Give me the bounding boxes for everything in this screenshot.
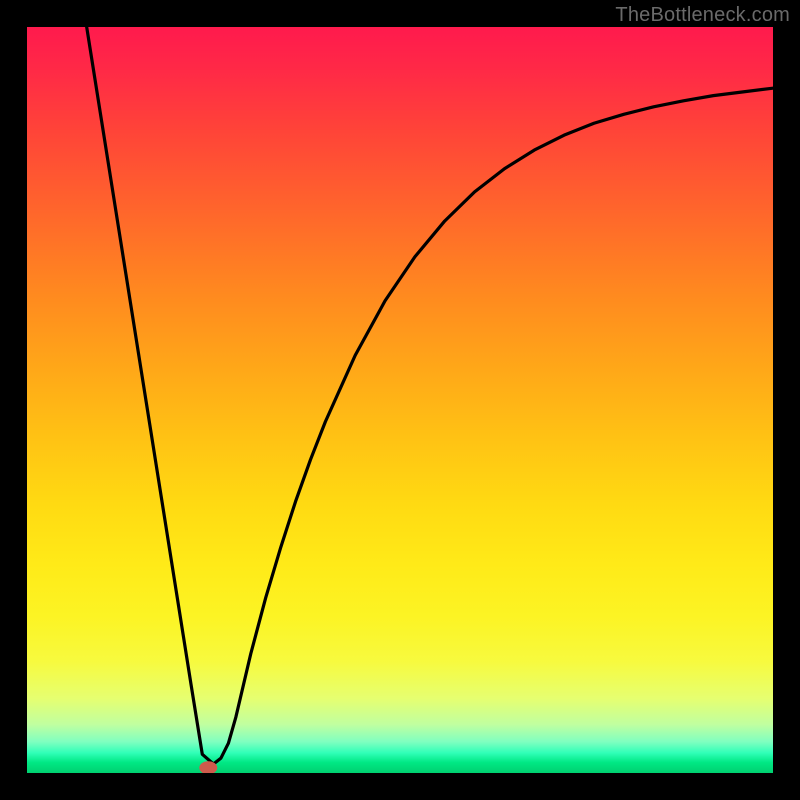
chart-plot-area (27, 27, 773, 773)
watermark-text: TheBottleneck.com (615, 4, 790, 27)
bottleneck-curve-path (87, 27, 773, 764)
curve-layer (27, 27, 773, 773)
